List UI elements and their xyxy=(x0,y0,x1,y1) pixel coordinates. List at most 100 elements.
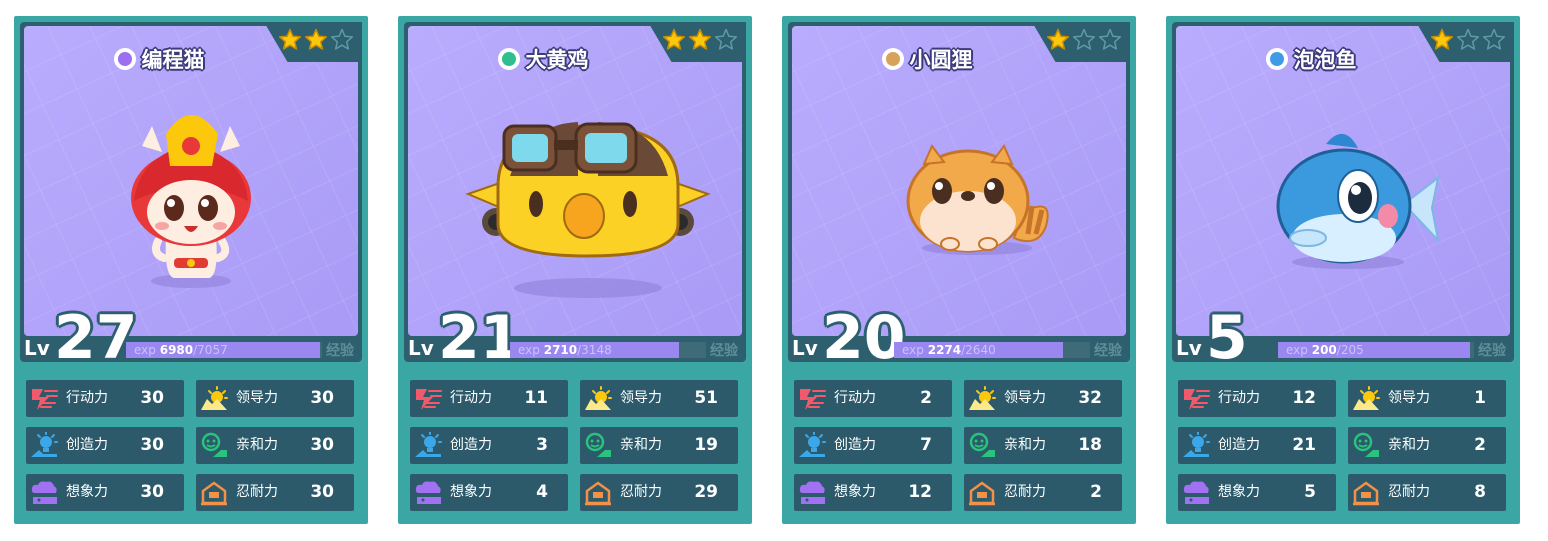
pet-name: 编程猫 xyxy=(141,48,205,72)
level-label: Lv xyxy=(24,336,50,360)
stat-leader: 领导力 51 xyxy=(580,380,738,417)
stat-label: 亲和力 xyxy=(236,437,278,453)
level-label: Lv xyxy=(1176,336,1202,360)
stat-label: 领导力 xyxy=(1004,390,1046,406)
water-type-icon xyxy=(1265,48,1288,70)
stat-affinity: 亲和力 19 xyxy=(580,427,738,464)
create-icon xyxy=(29,431,59,459)
imagine-icon xyxy=(413,479,443,506)
exp-cn-label: 经验 xyxy=(326,343,354,359)
exp-cn-label: 经验 xyxy=(1094,343,1122,359)
affinity-icon xyxy=(967,432,997,459)
pet-card[interactable]: 编程猫 Lv 27 exp 6980/7057 经验 行动力 30 领导力 30 创造力 30 亲和力… xyxy=(14,16,368,524)
action-icon xyxy=(1181,385,1211,412)
action-icon xyxy=(29,385,59,412)
stat-label: 行动力 xyxy=(66,390,108,406)
level-row: Lv 27 exp 6980/7057 经验 xyxy=(20,308,362,368)
stat-label: 创造力 xyxy=(66,437,108,453)
pet-name-row: 大黄鸡 xyxy=(408,44,678,74)
endure-icon xyxy=(199,479,229,506)
stat-action: 行动力 12 xyxy=(1178,380,1336,417)
pet-name-row: 编程猫 xyxy=(24,44,294,74)
stat-label: 忍耐力 xyxy=(1388,484,1430,500)
level-number: 20 xyxy=(822,303,906,373)
stat-create: 创造力 21 xyxy=(1178,427,1336,464)
star-empty-icon xyxy=(1098,28,1122,50)
star-empty-icon xyxy=(714,28,738,50)
stat-label: 领导力 xyxy=(1388,390,1430,406)
star-filled-icon xyxy=(304,28,328,50)
stat-label: 创造力 xyxy=(450,437,492,453)
stat-label: 行动力 xyxy=(1218,390,1260,406)
exp-current: 2274 xyxy=(927,343,962,357)
stat-affinity: 亲和力 18 xyxy=(964,427,1122,464)
exp-label: exp xyxy=(1286,343,1308,357)
exp-text: exp 2274/2640 xyxy=(902,342,996,358)
exp-cn-label: 经验 xyxy=(710,343,738,359)
star-filled-icon xyxy=(688,28,712,50)
stat-endure: 忍耐力 2 xyxy=(964,474,1122,511)
level-label: Lv xyxy=(408,336,434,360)
star-filled-icon xyxy=(278,28,302,50)
pet-name-row: 小圆狸 xyxy=(792,44,1062,74)
stat-value: 30 xyxy=(310,388,334,408)
stat-value: 12 xyxy=(1292,388,1316,408)
stat-value: 30 xyxy=(310,435,334,455)
exp-max: 7057 xyxy=(197,343,228,357)
pet-portrait: 编程猫 xyxy=(24,26,358,336)
stat-value: 29 xyxy=(694,482,718,502)
star-empty-icon xyxy=(1456,28,1480,50)
star-rating xyxy=(278,28,354,52)
imagine-icon xyxy=(1181,479,1211,506)
create-icon xyxy=(413,431,443,459)
stat-label: 行动力 xyxy=(834,390,876,406)
star-empty-icon xyxy=(1482,28,1506,50)
endure-icon xyxy=(1351,479,1381,506)
stat-value: 30 xyxy=(140,388,164,408)
pet-card[interactable]: 泡泡鱼 Lv 5 exp 200/205 经验 行动力 12 领导力 1 创造力 21 亲和力 2 想象力… xyxy=(1166,16,1520,524)
stat-action: 行动力 2 xyxy=(794,380,952,417)
stat-leader: 领导力 32 xyxy=(964,380,1122,417)
exp-text: exp 6980/7057 xyxy=(134,342,228,358)
endure-icon xyxy=(967,479,997,506)
stat-label: 创造力 xyxy=(834,437,876,453)
stat-label: 忍耐力 xyxy=(1004,484,1046,500)
imagine-icon xyxy=(797,479,827,506)
stat-label: 亲和力 xyxy=(1388,437,1430,453)
exp-progress-bar: exp 6980/7057 xyxy=(126,342,322,358)
affinity-icon xyxy=(583,432,613,459)
stat-value: 2 xyxy=(920,388,932,408)
stat-value: 4 xyxy=(536,482,548,502)
action-icon xyxy=(413,385,443,412)
pet-portrait: 大黄鸡 xyxy=(408,26,742,336)
stat-value: 1 xyxy=(1474,388,1486,408)
level-row: Lv 5 exp 200/205 经验 xyxy=(1172,308,1514,368)
pet-name-row: 泡泡鱼 xyxy=(1176,44,1446,74)
earth-type-icon xyxy=(881,48,904,70)
stat-leader: 领导力 1 xyxy=(1348,380,1506,417)
stat-label: 创造力 xyxy=(1218,437,1260,453)
stat-label: 想象力 xyxy=(1218,484,1260,500)
exp-progress-bar: exp 2274/2640 xyxy=(894,342,1090,358)
star-filled-icon xyxy=(662,28,686,50)
stat-imagine: 想象力 30 xyxy=(26,474,184,511)
pet-card[interactable]: 大黄鸡 Lv 21 exp 2710/3148 经验 行动力 11 领导力 51 创造力 3 亲和力 1… xyxy=(398,16,752,524)
stat-label: 领导力 xyxy=(620,390,662,406)
star-empty-icon xyxy=(1072,28,1096,50)
create-icon xyxy=(1181,431,1211,459)
stat-endure: 忍耐力 8 xyxy=(1348,474,1506,511)
star-filled-icon xyxy=(1046,28,1070,50)
pet-card[interactable]: 小圆狸 Lv 20 exp 2274/2640 经验 行动力 2 领导力 32 创造力 7 亲和力 18… xyxy=(782,16,1136,524)
stat-value: 12 xyxy=(908,482,932,502)
stat-value: 11 xyxy=(524,388,548,408)
leader-icon xyxy=(583,385,613,412)
stat-value: 51 xyxy=(694,388,718,408)
level-row: Lv 20 exp 2274/2640 经验 xyxy=(788,308,1130,368)
exp-max: 2640 xyxy=(965,343,996,357)
imagine-icon xyxy=(29,479,59,506)
stat-label: 亲和力 xyxy=(620,437,662,453)
stat-leader: 领导力 30 xyxy=(196,380,354,417)
exp-current: 200 xyxy=(1311,343,1337,357)
stat-value: 32 xyxy=(1078,388,1102,408)
stat-value: 2 xyxy=(1090,482,1102,502)
